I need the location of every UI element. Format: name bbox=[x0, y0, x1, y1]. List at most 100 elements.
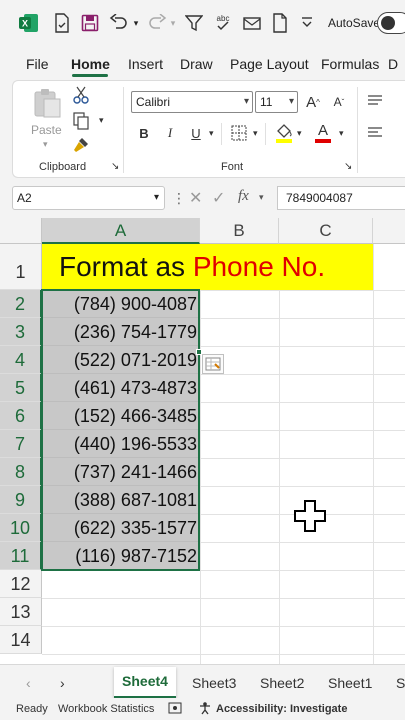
font-launcher-icon[interactable]: ↘ bbox=[344, 161, 352, 172]
column-header-d[interactable] bbox=[373, 218, 405, 244]
document-check-icon[interactable] bbox=[52, 12, 72, 34]
row-gridline bbox=[42, 570, 405, 571]
customize-toolbar-icon[interactable] bbox=[300, 12, 314, 34]
paste-icon[interactable] bbox=[31, 87, 63, 119]
shrink-font-button[interactable]: Aˇ bbox=[329, 92, 349, 112]
phone-cell[interactable]: (236) 754-1779 bbox=[42, 318, 200, 346]
underline-dropdown-icon[interactable]: ▾ bbox=[209, 128, 214, 139]
sheet-tab-sheet2[interactable]: Sheet2 bbox=[260, 675, 304, 691]
row-header-3[interactable]: 3 bbox=[0, 318, 42, 346]
undo-dropdown-icon[interactable]: ▾ bbox=[131, 12, 141, 34]
font-name-select[interactable]: Calibri ▾ bbox=[131, 91, 253, 113]
autosave-toggle[interactable] bbox=[377, 12, 405, 34]
formula-input[interactable]: 7849004087 bbox=[277, 186, 405, 210]
save-icon[interactable] bbox=[80, 12, 100, 34]
paste-label[interactable]: Paste bbox=[31, 123, 62, 137]
fill-color-dropdown-icon[interactable]: ▾ bbox=[297, 128, 302, 139]
row-header-11[interactable]: 11 bbox=[0, 542, 42, 570]
sheet-tab-sheet4[interactable]: Sheet4 bbox=[114, 667, 176, 699]
sheet-tab-sheet3[interactable]: Sheet3 bbox=[192, 675, 236, 691]
clipboard-launcher-icon[interactable]: ↘ bbox=[111, 161, 119, 172]
align-left-icon[interactable] bbox=[365, 123, 385, 143]
new-file-icon[interactable] bbox=[270, 12, 290, 34]
copy-icon[interactable] bbox=[71, 111, 91, 131]
email-icon[interactable] bbox=[242, 12, 262, 34]
column-header-a[interactable]: A bbox=[42, 218, 200, 244]
phone-cell[interactable]: (116) 987-7152 bbox=[42, 542, 200, 570]
column-header-b[interactable]: B bbox=[200, 218, 279, 244]
tab-file[interactable]: File bbox=[26, 56, 49, 72]
copy-dropdown-icon[interactable]: ▾ bbox=[99, 115, 104, 126]
fill-color-icon[interactable] bbox=[273, 121, 295, 145]
format-painter-icon[interactable] bbox=[71, 135, 91, 155]
font-name-value: Calibri bbox=[136, 95, 171, 109]
sheet-tab-sheet1[interactable]: Sheet1 bbox=[328, 675, 372, 691]
underline-button[interactable]: U bbox=[187, 123, 205, 143]
more-options-icon[interactable]: ⋮ bbox=[172, 190, 186, 207]
phone-cell[interactable]: (388) 687-1081 bbox=[42, 486, 200, 514]
name-box-value: A2 bbox=[17, 191, 32, 205]
column-gridline bbox=[373, 244, 374, 664]
insert-function-dropdown-icon[interactable]: ▾ bbox=[259, 192, 264, 203]
sheet-tab-more[interactable]: S bbox=[396, 675, 405, 691]
row-header-5[interactable]: 5 bbox=[0, 374, 42, 402]
shrink-font-label: A bbox=[333, 95, 342, 109]
filter-icon[interactable] bbox=[184, 12, 204, 34]
confirm-entry-icon[interactable]: ✓ bbox=[212, 188, 225, 208]
redo-dropdown-icon[interactable]: ▾ bbox=[168, 12, 178, 34]
undo-icon[interactable] bbox=[108, 12, 130, 34]
grow-font-button[interactable]: A ^ bbox=[303, 92, 323, 112]
borders-dropdown-icon[interactable]: ▾ bbox=[253, 128, 258, 139]
phone-cell[interactable]: (522) 071-2019 bbox=[42, 346, 200, 374]
cancel-entry-icon[interactable]: ✕ bbox=[189, 188, 202, 208]
tab-home[interactable]: Home bbox=[71, 56, 110, 72]
row-header-10[interactable]: 10 bbox=[0, 514, 42, 542]
redo-icon[interactable] bbox=[146, 12, 168, 34]
name-box[interactable]: A2 ▾ bbox=[12, 186, 165, 210]
accessibility-icon[interactable] bbox=[198, 701, 212, 718]
scroll-left-icon[interactable]: ‹ bbox=[26, 675, 31, 691]
phone-cell[interactable]: (737) 241-1466 bbox=[42, 458, 200, 486]
spelling-icon[interactable]: abc bbox=[212, 12, 234, 34]
insert-function-icon[interactable]: fx bbox=[238, 188, 249, 205]
tab-data[interactable]: D bbox=[388, 56, 398, 72]
phone-cell[interactable]: (622) 335-1577 bbox=[42, 514, 200, 542]
font-color-dropdown-icon[interactable]: ▾ bbox=[339, 128, 344, 139]
row-header-6[interactable]: 6 bbox=[0, 402, 42, 430]
bold-button[interactable]: B bbox=[135, 123, 153, 143]
group-divider bbox=[123, 87, 124, 173]
column-header-c[interactable]: C bbox=[279, 218, 373, 244]
row-header-1[interactable]: 1 bbox=[0, 244, 42, 290]
row-header-7[interactable]: 7 bbox=[0, 430, 42, 458]
paste-dropdown-icon[interactable]: ▾ bbox=[43, 139, 48, 150]
align-top-icon[interactable] bbox=[365, 91, 385, 111]
phone-cell[interactable]: (461) 473-4873 bbox=[42, 374, 200, 402]
phone-cell[interactable]: (440) 196-5533 bbox=[42, 430, 200, 458]
row-header-4[interactable]: 4 bbox=[0, 346, 42, 374]
phone-cell[interactable]: (152) 466-3485 bbox=[42, 402, 200, 430]
tab-draw[interactable]: Draw bbox=[180, 56, 213, 72]
row-header-13[interactable]: 13 bbox=[0, 598, 42, 626]
row-header-14[interactable]: 14 bbox=[0, 626, 42, 654]
row-header-8[interactable]: 8 bbox=[0, 458, 42, 486]
font-color-button[interactable]: A bbox=[313, 121, 333, 145]
tab-page-layout[interactable]: Page Layout bbox=[230, 56, 309, 72]
font-size-select[interactable]: 11 ▾ bbox=[255, 91, 298, 113]
row-header-2[interactable]: 2 bbox=[0, 290, 42, 318]
row-header-9[interactable]: 9 bbox=[0, 486, 42, 514]
tab-insert[interactable]: Insert bbox=[128, 56, 163, 72]
workbook-statistics[interactable]: Workbook Statistics bbox=[58, 703, 154, 715]
font-divider bbox=[221, 123, 222, 145]
phone-cell[interactable]: (784) 900-4087 bbox=[42, 290, 200, 318]
borders-icon[interactable] bbox=[229, 123, 249, 143]
scroll-right-icon[interactable]: › bbox=[60, 675, 65, 691]
row-header-12[interactable]: 12 bbox=[0, 570, 42, 598]
select-all-corner[interactable] bbox=[0, 218, 42, 244]
tab-formulas[interactable]: Formulas bbox=[321, 56, 379, 72]
macro-recording-icon[interactable] bbox=[168, 701, 182, 718]
title-cell[interactable]: Format as Phone No. bbox=[42, 244, 373, 290]
cut-icon[interactable] bbox=[71, 85, 91, 105]
accessibility-status[interactable]: Accessibility: Investigate bbox=[216, 703, 347, 715]
italic-button[interactable]: I bbox=[161, 123, 179, 143]
quick-analysis-icon[interactable] bbox=[202, 354, 224, 374]
